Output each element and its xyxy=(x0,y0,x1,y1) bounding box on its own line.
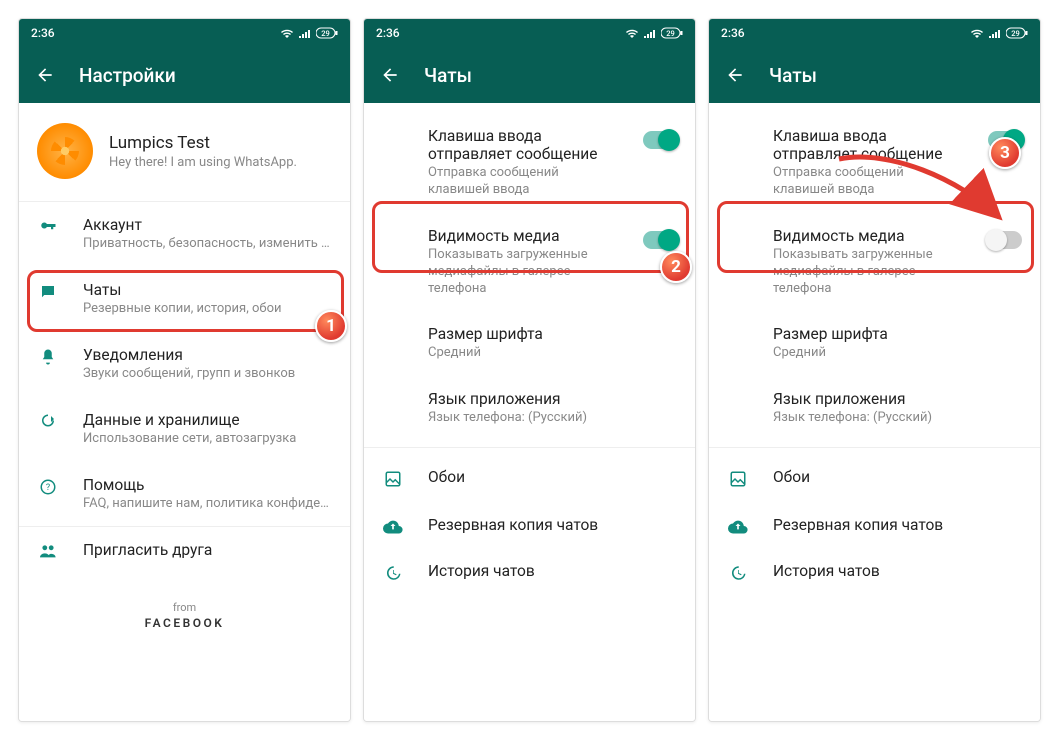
status-bar: 2:36 29 xyxy=(709,19,1040,47)
profile-name: Lumpics Test xyxy=(109,133,297,153)
data-icon xyxy=(37,413,59,431)
signal-icon xyxy=(298,28,312,38)
action-history[interactable]: История чатов xyxy=(364,548,695,596)
divider xyxy=(709,447,1040,448)
page-title: Чаты xyxy=(769,64,817,87)
status-icons: 29 xyxy=(280,27,338,39)
status-bar: 2:36 29 xyxy=(19,19,350,47)
people-icon xyxy=(37,543,59,559)
battery-icon: 29 xyxy=(1006,27,1028,39)
status-icons: 29 xyxy=(970,27,1028,39)
cloud-up-icon xyxy=(382,518,404,534)
history-icon xyxy=(382,564,404,582)
toggle-enter-sends[interactable] xyxy=(988,131,1022,149)
wifi-icon xyxy=(280,28,294,38)
settings-item-data[interactable]: Данные и хранилище Использование сети, а… xyxy=(19,397,350,462)
svg-text:29: 29 xyxy=(321,29,330,38)
toggle-media-visibility[interactable] xyxy=(988,231,1022,249)
status-time: 2:36 xyxy=(31,26,55,40)
app-bar: Чаты xyxy=(364,47,695,103)
settings-item-help[interactable]: ? Помощь FAQ, напишите нам, политика кон… xyxy=(19,462,350,527)
history-icon xyxy=(727,564,749,582)
status-time: 2:36 xyxy=(721,26,745,40)
page-title: Настройки xyxy=(79,64,176,87)
settings-item-invite[interactable]: Пригласить друга xyxy=(19,527,350,573)
help-icon: ? xyxy=(37,478,59,496)
action-wallpaper[interactable]: Обои xyxy=(364,454,695,502)
app-bar: Чаты xyxy=(709,47,1040,103)
status-time: 2:36 xyxy=(376,26,400,40)
setting-enter-sends[interactable]: Клавиша ввода отправляет сообщение Отпра… xyxy=(709,113,1040,213)
action-history[interactable]: История чатов xyxy=(709,548,1040,596)
status-bar: 2:36 29 xyxy=(364,19,695,47)
settings-item-chats[interactable]: Чаты Резервные копии, история, обои xyxy=(19,267,350,332)
app-bar: Настройки xyxy=(19,47,350,103)
setting-enter-sends[interactable]: Клавиша ввода отправляет сообщение Отпра… xyxy=(364,113,695,213)
bell-icon xyxy=(37,348,59,366)
setting-media-visibility[interactable]: Видимость медиа Показывать загруженные м… xyxy=(709,213,1040,312)
toggle-media-visibility[interactable] xyxy=(643,231,677,249)
action-backup[interactable]: Резервная копия чатов xyxy=(709,502,1040,548)
setting-app-language[interactable]: Язык приложения Язык телефона: (Русский) xyxy=(364,376,695,441)
status-icons: 29 xyxy=(625,27,683,39)
wallpaper-icon xyxy=(382,470,404,488)
action-backup[interactable]: Резервная копия чатов xyxy=(364,502,695,548)
setting-font-size[interactable]: Размер шрифта Средний xyxy=(364,311,695,376)
phone-screen-1: 2:36 29 Настройки Lumpics Test Hey there… xyxy=(18,18,351,722)
setting-media-visibility[interactable]: Видимость медиа Показывать загруженные м… xyxy=(364,213,695,312)
chats-settings-content: Клавиша ввода отправляет сообщение Отпра… xyxy=(364,103,695,721)
phone-screen-3: 2:36 29 Чаты Клавиша ввода отправляет со… xyxy=(708,18,1041,722)
chats-settings-content: Клавиша ввода отправляет сообщение Отпра… xyxy=(709,103,1040,721)
chat-icon xyxy=(37,283,59,301)
action-wallpaper[interactable]: Обои xyxy=(709,454,1040,502)
battery-icon: 29 xyxy=(661,27,683,39)
profile-row[interactable]: Lumpics Test Hey there! I am using Whats… xyxy=(19,103,350,201)
back-icon[interactable] xyxy=(725,65,745,85)
settings-item-notifications[interactable]: Уведомления Звуки сообщений, групп и зво… xyxy=(19,332,350,397)
setting-app-language[interactable]: Язык приложения Язык телефона: (Русский) xyxy=(709,376,1040,441)
settings-content: Lumpics Test Hey there! I am using Whats… xyxy=(19,103,350,721)
svg-text:29: 29 xyxy=(1011,29,1020,38)
from-facebook: from FACEBOOK xyxy=(19,601,350,630)
key-icon xyxy=(37,218,59,236)
signal-icon xyxy=(643,28,657,38)
back-icon[interactable] xyxy=(380,65,400,85)
battery-icon: 29 xyxy=(316,27,338,39)
wifi-icon xyxy=(970,28,984,38)
svg-text:29: 29 xyxy=(666,29,675,38)
divider xyxy=(364,447,695,448)
settings-item-account[interactable]: Аккаунт Приватность, безопасность, измен… xyxy=(19,202,350,267)
avatar xyxy=(37,123,93,179)
page-title: Чаты xyxy=(424,64,472,87)
signal-icon xyxy=(988,28,1002,38)
svg-text:?: ? xyxy=(46,483,50,493)
toggle-enter-sends[interactable] xyxy=(643,131,677,149)
cloud-up-icon xyxy=(727,518,749,534)
back-icon[interactable] xyxy=(35,65,55,85)
wifi-icon xyxy=(625,28,639,38)
wallpaper-icon xyxy=(727,470,749,488)
profile-status: Hey there! I am using WhatsApp. xyxy=(109,155,297,170)
setting-font-size[interactable]: Размер шрифта Средний xyxy=(709,311,1040,376)
phone-screen-2: 2:36 29 Чаты Клавиша ввода отправляет со… xyxy=(363,18,696,722)
